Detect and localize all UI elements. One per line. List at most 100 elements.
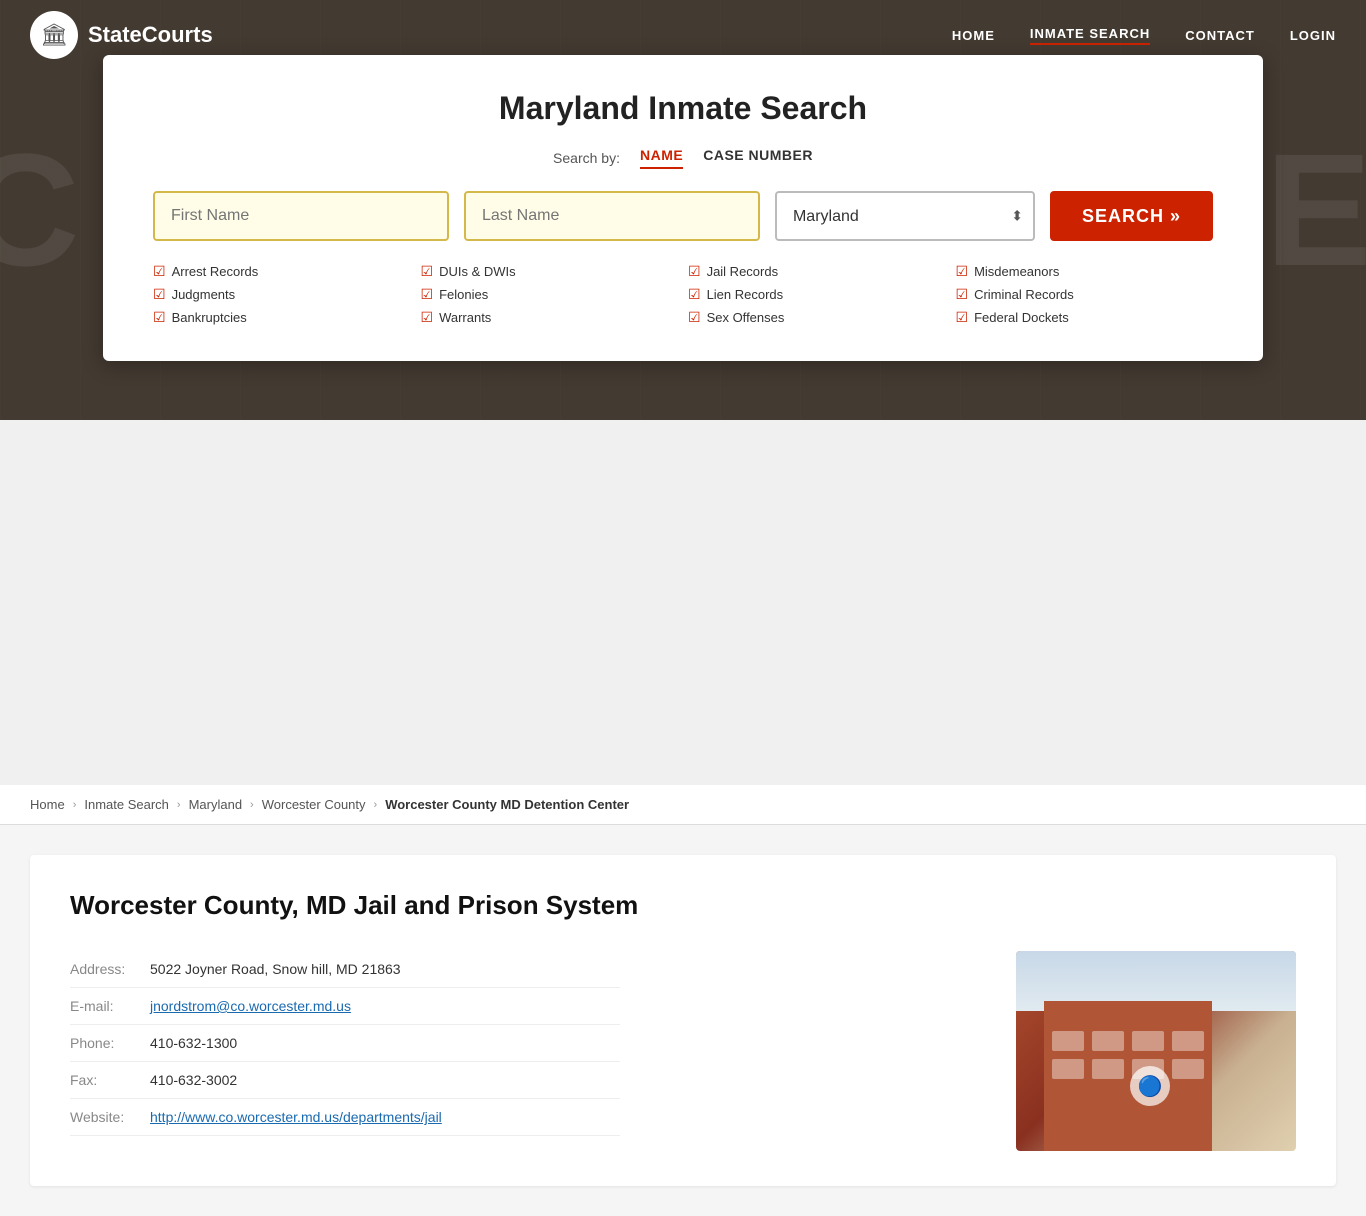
checkbox-warrants: ☑ Warrants [421,309,679,326]
checkbox-duis: ☑ DUIs & DWIs [421,263,679,280]
window-6 [1092,1059,1124,1079]
nav-home[interactable]: HOME [952,28,995,43]
breadcrumb-inmate-search[interactable]: Inmate Search [84,797,169,812]
checkbox-grid: ☑ Arrest Records ☑ DUIs & DWIs ☑ Jail Re… [153,263,1213,326]
checkbox-label-lien: Lien Records [707,287,784,302]
tab-name[interactable]: NAME [640,147,683,169]
last-name-input[interactable] [464,191,760,241]
info-row-email: E-mail: jnordstrom@co.worcester.md.us [70,988,620,1025]
info-row-website: Website: http://www.co.worcester.md.us/d… [70,1099,620,1136]
window-2 [1092,1031,1124,1051]
checkbox-label-misdemeanors: Misdemeanors [974,264,1059,279]
value-phone: 410-632-1300 [150,1035,237,1051]
value-website[interactable]: http://www.co.worcester.md.us/department… [150,1109,442,1125]
content-right: 🔵 [1016,951,1296,1151]
checkbox-criminal-records: ☑ Criminal Records [956,286,1214,303]
state-select[interactable]: Maryland AlabamaAlaskaArizona ArkansasCa… [775,191,1035,241]
label-website: Website: [70,1109,150,1125]
logo-link[interactable]: 🏛 StateCourts [30,11,213,59]
checkbox-felonies: ☑ Felonies [421,286,679,303]
info-row-phone: Phone: 410-632-1300 [70,1025,620,1062]
nav-inmate-search[interactable]: INMATE SEARCH [1030,26,1150,45]
logo-text: StateCourts [88,22,213,48]
window-4 [1172,1031,1204,1051]
info-row-address: Address: 5022 Joyner Road, Snow hill, MD… [70,951,620,988]
search-by-row: Search by: NAME CASE NUMBER [153,147,1213,169]
checkbox-arrest-records: ☑ Arrest Records [153,263,411,280]
label-address: Address: [70,961,150,977]
checkbox-label-arrest: Arrest Records [172,264,259,279]
breadcrumb-home[interactable]: Home [30,797,65,812]
label-phone: Phone: [70,1035,150,1051]
check-icon-sex-offenses: ☑ [688,309,701,326]
breadcrumb-worcester-county[interactable]: Worcester County [262,797,366,812]
facility-image-inner: 🔵 [1016,951,1296,1151]
checkbox-label-judgments: Judgments [172,287,236,302]
checkbox-label-sex-offenses: Sex Offenses [707,310,785,325]
state-select-wrapper: Maryland AlabamaAlaskaArizona ArkansasCa… [775,191,1035,241]
facility-image: 🔵 [1016,951,1296,1151]
tab-case-number[interactable]: CASE NUMBER [703,147,813,169]
breadcrumb-sep-3: › [250,799,254,811]
checkbox-label-warrants: Warrants [439,310,491,325]
check-icon-criminal: ☑ [956,286,969,303]
content-card: Worcester County, MD Jail and Prison Sys… [30,855,1336,1186]
content-layout: Address: 5022 Joyner Road, Snow hill, MD… [70,951,1296,1151]
check-icon-duis: ☑ [421,263,434,280]
content-left: Address: 5022 Joyner Road, Snow hill, MD… [70,951,986,1151]
logo-icon: 🏛 [30,11,78,59]
building-area: 🔵 [1044,1001,1212,1151]
checkbox-sex-offenses: ☑ Sex Offenses [688,309,946,326]
checkbox-jail-records: ☑ Jail Records [688,263,946,280]
nav-links: HOME INMATE SEARCH CONTACT LOGIN [952,26,1336,45]
check-icon-federal: ☑ [956,309,969,326]
checkbox-bankruptcies: ☑ Bankruptcies [153,309,411,326]
content-area: Worcester County, MD Jail and Prison Sys… [0,825,1366,1216]
content-title: Worcester County, MD Jail and Prison Sys… [70,890,1296,921]
breadcrumb-sep-2: › [177,799,181,811]
check-icon-bankruptcies: ☑ [153,309,166,326]
window-5 [1052,1059,1084,1079]
breadcrumb-sep-1: › [73,799,77,811]
check-icon-misdemeanors: ☑ [956,263,969,280]
nav-contact[interactable]: CONTACT [1185,28,1255,43]
check-icon-judgments: ☑ [153,286,166,303]
breadcrumb-sep-4: › [374,799,378,811]
window-3 [1132,1031,1164,1051]
checkbox-lien-records: ☑ Lien Records [688,286,946,303]
check-icon-lien: ☑ [688,286,701,303]
first-name-input[interactable] [153,191,449,241]
checkbox-misdemeanors: ☑ Misdemeanors [956,263,1214,280]
check-icon-arrest: ☑ [153,263,166,280]
label-email: E-mail: [70,998,150,1014]
hero-section: COURTHOUSE 🏛 StateCourts HOME INMATE SEA… [0,0,1366,420]
search-card-title: Maryland Inmate Search [153,90,1213,127]
window-8 [1172,1059,1204,1079]
nav-login[interactable]: LOGIN [1290,28,1336,43]
checkbox-federal-dockets: ☑ Federal Dockets [956,309,1214,326]
check-icon-felonies: ☑ [421,286,434,303]
checkbox-label-jail: Jail Records [707,264,779,279]
checkbox-label-duis: DUIs & DWIs [439,264,516,279]
checkbox-judgments: ☑ Judgments [153,286,411,303]
label-fax: Fax: [70,1072,150,1088]
checkbox-label-bankruptcies: Bankruptcies [172,310,247,325]
value-email[interactable]: jnordstrom@co.worcester.md.us [150,998,351,1014]
breadcrumb: Home › Inmate Search › Maryland › Worces… [0,785,1366,825]
search-inputs-row: Maryland AlabamaAlaskaArizona ArkansasCa… [153,191,1213,241]
checkbox-label-felonies: Felonies [439,287,488,302]
breadcrumb-maryland[interactable]: Maryland [189,797,242,812]
search-button[interactable]: SEARCH » [1050,191,1213,241]
search-by-label: Search by: [553,150,620,166]
window-1 [1052,1031,1084,1051]
check-icon-warrants: ☑ [421,309,434,326]
building-windows [1052,1031,1203,1079]
info-table: Address: 5022 Joyner Road, Snow hill, MD… [70,951,620,1136]
checkbox-label-criminal: Criminal Records [974,287,1074,302]
value-address: 5022 Joyner Road, Snow hill, MD 21863 [150,961,401,977]
checkbox-label-federal: Federal Dockets [974,310,1069,325]
check-icon-jail: ☑ [688,263,701,280]
info-row-fax: Fax: 410-632-3002 [70,1062,620,1099]
search-card: Maryland Inmate Search Search by: NAME C… [103,55,1263,361]
value-fax: 410-632-3002 [150,1072,237,1088]
